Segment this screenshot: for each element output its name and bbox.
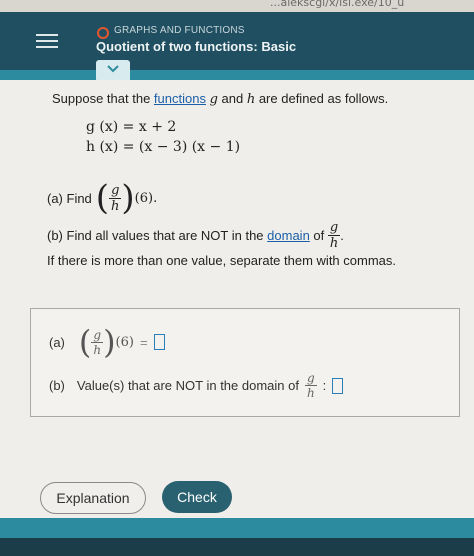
- part-b-note: If there is more than one value, separat…: [47, 253, 397, 268]
- and-text: and: [217, 91, 247, 106]
- answer-box: (a) ( g h ) (6) = (b) Value(s) that are …: [30, 308, 460, 417]
- explanation-button[interactable]: Explanation: [40, 482, 146, 514]
- part-a-argument: (6).: [134, 190, 158, 206]
- fraction-numerator: g: [327, 220, 341, 236]
- accent-bar: [0, 70, 474, 80]
- right-paren: ): [121, 178, 135, 218]
- chevron-down-icon: [107, 65, 119, 73]
- fraction-numerator: g: [91, 327, 104, 343]
- collapse-button[interactable]: [96, 60, 130, 82]
- h-symbol: h: [246, 92, 256, 107]
- answer-b-input[interactable]: [332, 377, 344, 394]
- problem-panel: Suppose that the functions g and h are d…: [0, 80, 474, 518]
- equation-g: g (x) = x + 2: [86, 119, 177, 135]
- answer-a-input[interactable]: [153, 334, 165, 350]
- intro-text: Suppose that the: [52, 91, 154, 106]
- menu-icon[interactable]: [36, 30, 62, 52]
- footer-bottom: [0, 538, 474, 556]
- part-b-fraction: g h: [327, 220, 341, 251]
- part-b-period: .: [340, 228, 344, 243]
- fraction-numerator: g: [304, 371, 317, 386]
- topic-status-icon: [97, 27, 109, 39]
- answer-b-row: (b) Value(s) that are NOT in the domain …: [49, 371, 344, 400]
- fraction-denominator: h: [111, 198, 120, 214]
- answer-a-label: (a): [49, 334, 65, 350]
- functions-link[interactable]: functions: [154, 91, 206, 106]
- left-paren: (: [95, 178, 110, 218]
- answer-a-row: (a) ( g h ) (6) =: [49, 323, 165, 361]
- answer-a-fraction: g h: [91, 327, 104, 357]
- colon: :: [322, 378, 327, 393]
- intro-end-text: are defined as follows.: [255, 91, 389, 106]
- part-b-text: (b) Find all values that are NOT in the: [47, 228, 264, 243]
- g-over-h-fraction: g h: [109, 182, 122, 214]
- domain-link[interactable]: domain: [267, 228, 310, 243]
- app-header: GRAPHS AND FUNCTIONS Quotient of two fun…: [0, 12, 474, 70]
- part-a-label: (a) Find: [47, 190, 92, 206]
- fraction-denominator: h: [329, 236, 339, 251]
- equals-sign: =: [139, 334, 148, 350]
- g-symbol: g: [209, 92, 218, 107]
- answer-b-fraction: g h: [304, 371, 317, 400]
- page-title: Quotient of two functions: Basic: [96, 39, 297, 54]
- fraction-denominator: h: [93, 342, 102, 357]
- right-paren: ): [103, 323, 116, 361]
- equation-h: h (x) = (x − 3) (x − 1): [86, 139, 241, 155]
- part-b-of-text: of: [313, 228, 325, 243]
- left-paren: (: [78, 323, 92, 361]
- browser-strip: ...alekscgi/x/isl.exe/10_u: [0, 0, 474, 12]
- url-fragment: ...alekscgi/x/isl.exe/10_u: [270, 0, 405, 9]
- answer-a-argument: (6): [115, 334, 134, 350]
- problem-intro: Suppose that the functions g and h are d…: [52, 91, 388, 107]
- fraction-numerator: g: [109, 182, 122, 199]
- part-a-question: (a) Find ( g h ) (6).: [47, 178, 157, 218]
- part-b-question: (b) Find all values that are NOT in the …: [47, 220, 344, 251]
- topic-label: GRAPHS AND FUNCTIONS: [114, 25, 245, 36]
- answer-b-label: (b): [49, 378, 65, 393]
- answer-b-text: Value(s) that are NOT in the domain of: [76, 378, 299, 393]
- fraction-denominator: h: [306, 386, 315, 400]
- check-button[interactable]: Check: [162, 481, 232, 513]
